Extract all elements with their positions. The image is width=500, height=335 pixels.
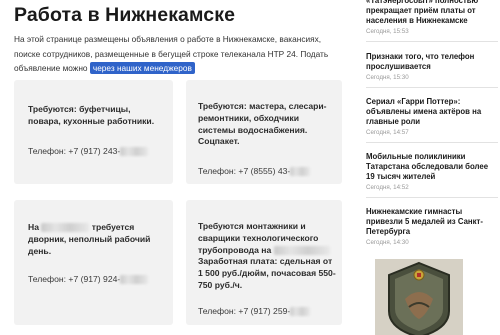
- job-description: Требуются: буфетчицы, повара, кухонные р…: [28, 104, 155, 126]
- news-item[interactable]: Нижнекамские гимнасты привезли 5 медалей…: [366, 207, 498, 246]
- job-card: Требуются: буфетчицы, повара, кухонные р…: [14, 80, 173, 184]
- news-time: Сегодня, 14:52: [366, 184, 409, 191]
- job-phone: Телефон: +7 (917) 259-: [198, 306, 311, 317]
- news-time: Сегодня, 14:57: [366, 129, 409, 136]
- job-description: Требуются: мастера, слесари-ремонтники, …: [198, 101, 327, 147]
- news-title[interactable]: Признаки того, что телефон прослушиваетс…: [366, 52, 498, 72]
- news-item[interactable]: Признаки того, что телефон прослушиваетс…: [366, 52, 498, 88]
- job-card: Требуются: мастера, слесари-ремонтники, …: [186, 80, 342, 184]
- employer-blurred: [273, 245, 330, 255]
- promo-image[interactable]: [375, 259, 463, 335]
- job-text-rest: дворник, неполный рабочий день.: [28, 233, 151, 256]
- phone-text: Телефон: +7 (917) 243-: [28, 146, 121, 156]
- phone-blurred: [290, 167, 311, 177]
- job-card: Требуются монтажники и сварщики технолог…: [186, 200, 342, 325]
- news-divider: [366, 41, 498, 42]
- job-phone: Телефон: +7 (917) 243-: [28, 146, 149, 157]
- employer-blurred: [41, 223, 90, 233]
- news-divider: [366, 87, 498, 88]
- news-item[interactable]: Мобильные поликлиники Татарстана обследо…: [366, 152, 498, 198]
- job-text-rest: Заработная плата: сдельная от 1 500 руб.…: [198, 256, 336, 290]
- page-title: Работа в Нижнекамске: [14, 4, 236, 26]
- news-title[interactable]: Нижнекамские гимнасты привезли 5 медалей…: [366, 207, 498, 237]
- news-time: Сегодня, 14:30: [366, 239, 409, 246]
- news-divider: [366, 197, 498, 198]
- news-divider: [366, 142, 498, 143]
- job-text-suffix: требуется: [91, 222, 135, 232]
- job-description: Требуются монтажники и сварщики технолог…: [198, 221, 336, 292]
- job-card: На требуется дворник, неполный рабочий д…: [14, 200, 173, 325]
- phone-text: Телефон: +7 (8555) 43-: [198, 166, 291, 176]
- patch-image: [375, 259, 463, 335]
- phone-blurred: [120, 275, 149, 285]
- job-phone: Телефон: +7 (917) 924-: [28, 274, 149, 285]
- intro-paragraph: На этой странице размещены объявления о …: [14, 32, 344, 76]
- phone-text: Телефон: +7 (917) 259-: [198, 306, 291, 316]
- news-title[interactable]: Мобильные поликлиники Татарстана обследо…: [366, 152, 498, 182]
- news-time: Сегодня, 15:53: [366, 28, 409, 35]
- news-title[interactable]: Сериал «Гарри Поттер»: объявлены имена а…: [366, 97, 498, 127]
- news-item[interactable]: «Татэнергосбыт» полностью прекращает при…: [366, 0, 498, 42]
- job-description: На требуется дворник, неполный рабочий д…: [28, 222, 168, 257]
- main-content: Работа в Нижнекамске На этой странице ра…: [0, 0, 348, 335]
- news-title[interactable]: «Татэнергосбыт» полностью прекращает при…: [366, 0, 498, 26]
- phone-text: Телефон: +7 (917) 924-: [28, 274, 121, 284]
- managers-link[interactable]: через наших менеджеров: [89, 62, 195, 74]
- job-text-prefix: На: [28, 222, 39, 232]
- news-item[interactable]: Сериал «Гарри Поттер»: объявлены имена а…: [366, 97, 498, 143]
- phone-blurred: [290, 307, 311, 317]
- news-time: Сегодня, 15:30: [366, 74, 409, 81]
- phone-blurred: [120, 147, 149, 157]
- job-phone: Телефон: +7 (8555) 43-: [198, 166, 311, 177]
